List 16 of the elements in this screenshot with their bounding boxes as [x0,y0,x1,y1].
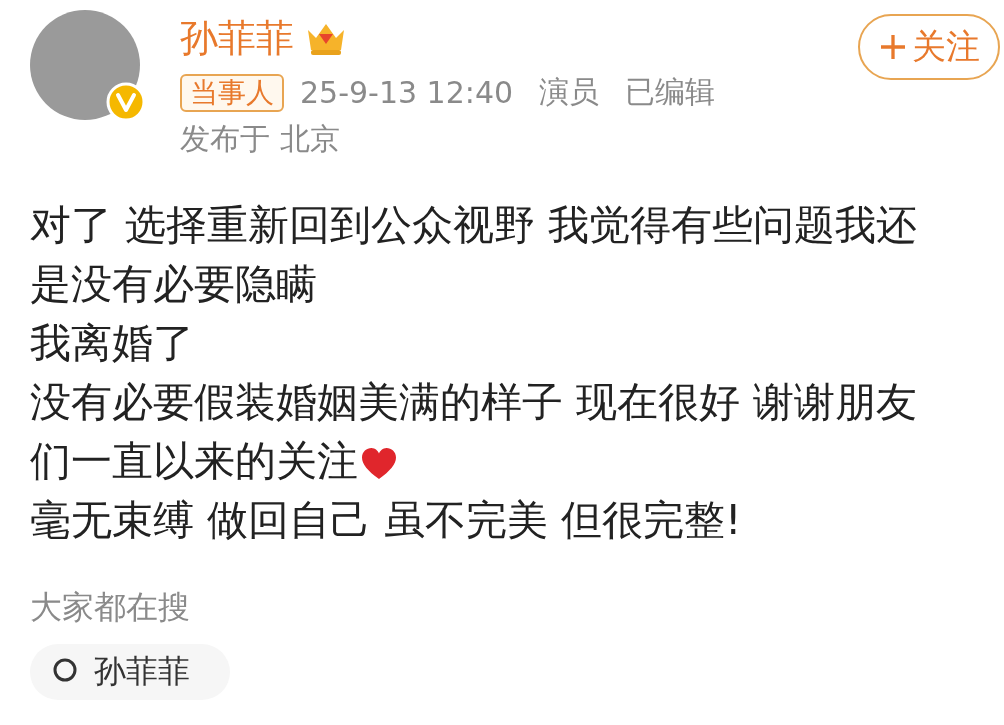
search-suggestion[interactable]: 孙菲菲 [30,644,230,700]
post-text: 们一直以来的关注 [30,437,358,485]
post-location: 发布于 北京 [180,120,341,158]
follow-button[interactable]: 关注 [858,14,1000,80]
author-name[interactable]: 孙菲菲 [180,12,294,64]
role-tag: 当事人 [180,73,284,112]
post-text: 毫无束缚 做回自己 虽不完美 但很完整! [30,496,742,544]
edited-label: 已编辑 [625,73,716,111]
trending-title: 大家都在搜 [30,587,191,628]
plus-icon [878,32,908,62]
post-text: 没有必要假装婚姻美满的样子 现在很好 谢谢朋友 [30,378,918,426]
author-title: 演员 [539,73,600,111]
post-text: 是没有必要隐瞒 [30,260,317,308]
post-text: 对了 选择重新回到公众视野 我觉得有些问题我还 [30,201,918,249]
post-text: 我离婚了 [30,319,194,367]
post-time: 25-9-13 12:40 [300,75,514,110]
